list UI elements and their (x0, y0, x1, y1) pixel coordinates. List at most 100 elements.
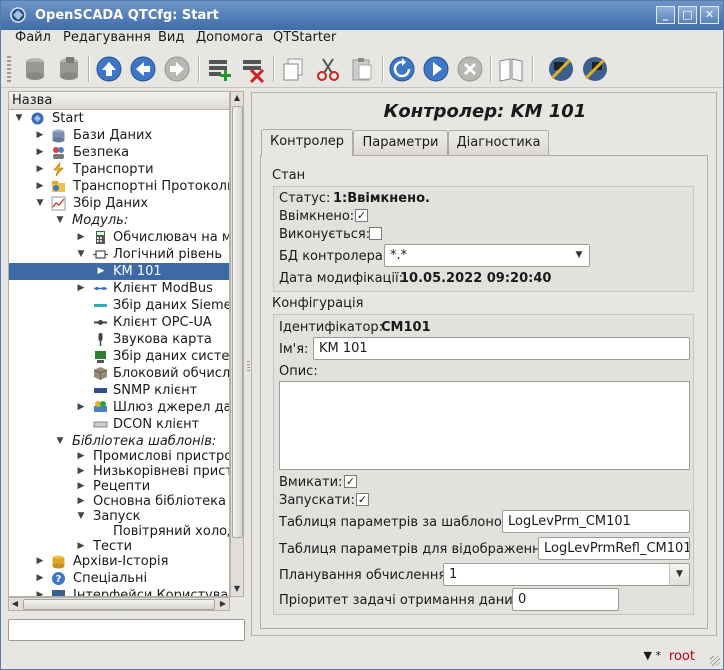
collapsed-arrow-icon[interactable]: ▶ (35, 127, 45, 144)
up-icon[interactable] (94, 54, 124, 84)
start-checkbox[interactable]: ✓ (356, 493, 369, 506)
collapsed-arrow-icon[interactable]: ▶ (76, 280, 86, 297)
menu-file[interactable]: Файл (15, 30, 51, 45)
current-user[interactable]: root (669, 649, 695, 664)
back-icon[interactable] (128, 54, 158, 84)
maximize-button[interactable]: □ (678, 6, 697, 24)
tree-header[interactable]: Назва (8, 91, 230, 110)
content-panel: Контролер: KM 101 Контролер Параметри Ді… (251, 92, 717, 636)
tree-item-blockcalc[interactable]: Блоковий обчислю (9, 365, 229, 382)
collapsed-arrow-icon[interactable]: ▶ (96, 263, 106, 280)
scroll-thumb[interactable] (23, 599, 215, 610)
tree-item-siemens[interactable]: Збір даних Siemen (9, 297, 229, 314)
tree-item-modules[interactable]: ▼ Модуль: (9, 212, 229, 229)
copy-icon[interactable] (279, 54, 309, 84)
paste-icon[interactable] (347, 54, 377, 84)
tree-item-daq[interactable]: ▼ Збір Даних (9, 195, 229, 212)
splitter-handle[interactable] (247, 361, 250, 373)
db-select[interactable]: *.* ▼ (384, 244, 590, 267)
scroll-left-icon[interactable]: ◀ (9, 598, 21, 610)
tree-item-archives[interactable]: ▶ Архіви-Історія (9, 553, 229, 570)
tree-item-dcon[interactable]: DCON клієнт (9, 416, 229, 433)
menu-view[interactable]: Вид (158, 30, 184, 45)
manual-tool-icon[interactable] (546, 54, 576, 84)
collapsed-arrow-icon[interactable]: ▶ (35, 178, 45, 195)
tree-item-specials[interactable]: ▶ ? Спеціальні (9, 570, 229, 587)
minimize-button[interactable]: _ (656, 6, 675, 24)
collapsed-arrow-icon[interactable]: ▶ (35, 553, 45, 570)
collapsed-arrow-icon[interactable]: ▶ (35, 570, 45, 587)
tree-item-snmp[interactable]: SNMP клієнт (9, 382, 229, 399)
enabled-checkbox[interactable]: ✓ (355, 209, 368, 222)
prm-refl-field[interactable]: LogLevPrmRefl_CM101 (538, 537, 690, 560)
manual-program-icon[interactable] (580, 54, 610, 84)
collapsed-arrow-icon[interactable]: ▶ (76, 229, 86, 246)
tree-item-soundcard[interactable]: Звукова карта (9, 331, 229, 348)
tree-item-start[interactable]: ▼ Start (9, 110, 229, 127)
tree-item-modbus[interactable]: ▶ Клієнт ModBus (9, 280, 229, 297)
priority-field[interactable]: 0 (512, 588, 619, 611)
tree-item-opcua[interactable]: Клієнт OPC-UA (9, 314, 229, 331)
collapsed-arrow-icon[interactable]: ▶ (35, 144, 45, 161)
dropdown-arrow-icon[interactable]: ▼ (569, 245, 589, 266)
scroll-up-icon[interactable]: ▲ (231, 92, 243, 104)
opcua-icon (94, 320, 107, 325)
forward-icon[interactable] (162, 54, 192, 84)
status-indicator[interactable]: ▼ * (644, 649, 661, 662)
prm-table-field[interactable]: LogLevPrm_CM101 (502, 510, 690, 533)
navigation-tree[interactable]: ▼ Start ▶ Бази Даних ▶ Безпека ▶ Транспо… (8, 110, 230, 597)
toolbar-separator (273, 56, 275, 82)
collapsed-arrow-icon[interactable]: ▶ (35, 161, 45, 178)
tree-item-user-interfaces[interactable]: ▶ Інтерфейси Користувача (9, 587, 229, 596)
tree-item-transports[interactable]: ▶ Транспорти (9, 161, 229, 178)
db-save-icon[interactable] (54, 54, 84, 84)
tab-diagnostics[interactable]: Діагностика (448, 130, 549, 155)
title-bar[interactable]: OpenSCADA QTCfg: Start _ □ ✕ (1, 1, 723, 30)
state-section-title: Стан (272, 168, 306, 183)
tree-item-security[interactable]: ▶ Безпека (9, 144, 229, 161)
manual-icon[interactable] (496, 54, 526, 84)
refresh-icon[interactable] (387, 54, 417, 84)
collapsed-arrow-icon[interactable]: ▶ (35, 587, 45, 596)
description-textarea[interactable] (279, 381, 690, 470)
stop-icon[interactable] (455, 54, 485, 84)
expanded-arrow-icon[interactable]: ▼ (14, 110, 24, 127)
expanded-arrow-icon[interactable]: ▼ (76, 246, 86, 263)
toolbar-grip[interactable] (7, 56, 11, 82)
tree-item-databases[interactable]: ▶ Бази Даних (9, 127, 229, 144)
db-load-icon[interactable] (20, 54, 50, 84)
enable-checkbox[interactable]: ✓ (344, 475, 357, 488)
tab-parameters[interactable]: Параметри (353, 130, 448, 155)
collapsed-arrow-icon[interactable]: ▶ (76, 399, 86, 416)
delete-item-icon[interactable] (238, 54, 268, 84)
tree-vertical-scrollbar[interactable]: ▲ ▼ (230, 91, 244, 597)
running-label: Виконується: (279, 227, 371, 242)
tree-item-system[interactable]: Збір даних систем (9, 348, 229, 365)
tree-item-module-calculator[interactable]: ▶ Обчислювач на мо (9, 229, 229, 246)
tree-filter-input[interactable] (8, 619, 245, 641)
scroll-right-icon[interactable]: ▶ (217, 598, 229, 610)
tree-item-km101[interactable]: ▶ KM 101 (9, 263, 229, 280)
menu-qtstarter[interactable]: QTStarter (273, 30, 336, 45)
dropdown-arrow-icon[interactable]: ▼ (669, 564, 689, 585)
tree-item-transport-protocols[interactable]: ▶ Транспортні Протоколи (9, 178, 229, 195)
expanded-arrow-icon[interactable]: ▼ (35, 195, 45, 212)
menu-help[interactable]: Допомога (196, 30, 263, 45)
menu-edit[interactable]: Редагування (63, 30, 151, 45)
tree-horizontal-scrollbar[interactable]: ◀ ▶ (8, 597, 230, 611)
scroll-down-icon[interactable]: ▼ (231, 583, 243, 595)
close-button[interactable]: ✕ (700, 6, 719, 24)
modified-label: Дата модифікації: (279, 271, 403, 286)
schedule-combo[interactable]: 1 ▼ (443, 563, 690, 586)
cut-icon[interactable] (313, 54, 343, 84)
resize-grip[interactable] (710, 656, 720, 666)
tree-item-gateway[interactable]: ▶ Шлюз джерел дан (9, 399, 229, 416)
tree-item-module-logiclevel[interactable]: ▼ Логічний рівень (9, 246, 229, 263)
add-item-icon[interactable] (204, 54, 234, 84)
start-icon[interactable] (421, 54, 451, 84)
scroll-thumb[interactable] (232, 106, 243, 538)
name-field[interactable]: KM 101 (313, 337, 690, 360)
tab-controller[interactable]: Контролер (261, 129, 353, 156)
running-checkbox[interactable] (369, 227, 382, 240)
expanded-arrow-icon[interactable]: ▼ (55, 212, 65, 229)
